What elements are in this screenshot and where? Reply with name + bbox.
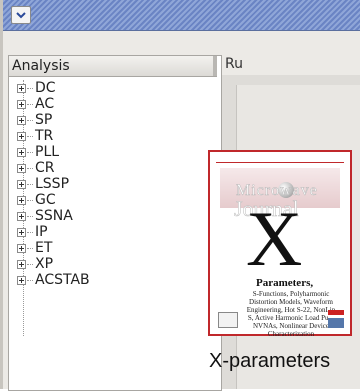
tree-item-label: CR	[35, 160, 55, 176]
expand-plus-icon[interactable]	[17, 275, 26, 285]
expand-plus-icon[interactable]	[17, 131, 26, 141]
tree-item-label: DC	[35, 80, 56, 96]
tree-item-xp[interactable]: XP	[17, 256, 90, 272]
expand-plus-icon[interactable]	[17, 147, 26, 157]
analysis-tree-panel: Analysis DC AC SP TR PLL CR LSSP GC SSNA…	[8, 55, 222, 391]
magazine-cover: Microwave Journal X Parameters, S-Functi…	[208, 150, 352, 338]
cover-letter: X	[246, 195, 303, 282]
badge-bottom	[328, 318, 344, 328]
tree-item-label: TR	[35, 128, 54, 144]
tree-item-ssna[interactable]: SSNA	[17, 208, 90, 224]
award-badge	[328, 310, 344, 330]
tree-item-tr[interactable]: TR	[17, 128, 90, 144]
expand-plus-icon[interactable]	[17, 99, 26, 109]
expand-plus-icon[interactable]	[17, 115, 26, 125]
tree-item-ip[interactable]: IP	[17, 224, 90, 240]
tree-item-label: PLL	[35, 144, 60, 160]
badge-top	[328, 310, 344, 315]
tree-item-label: IP	[35, 224, 48, 240]
tree-item-et[interactable]: ET	[17, 240, 90, 256]
expand-plus-icon[interactable]	[17, 211, 26, 221]
tree-item-lssp[interactable]: LSSP	[17, 176, 90, 192]
tree-item-label: AC	[35, 96, 55, 112]
expand-plus-icon[interactable]	[17, 243, 26, 253]
tree-item-label: XP	[35, 256, 54, 272]
tree-item-label: SSNA	[35, 208, 73, 224]
tree-item-cr[interactable]: CR	[17, 160, 90, 176]
tree-item-sp[interactable]: SP	[17, 112, 90, 128]
tree-item-gc[interactable]: GC	[17, 192, 90, 208]
expand-plus-icon[interactable]	[17, 179, 26, 189]
right-panel-label: Ru	[225, 56, 243, 72]
window-left-border	[0, 0, 3, 389]
sponsor-logo	[218, 312, 238, 328]
expand-plus-icon[interactable]	[17, 83, 26, 93]
expand-plus-icon[interactable]	[17, 163, 26, 173]
tree-item-label: ACSTAB	[35, 272, 90, 288]
column-resize-handle[interactable]	[213, 56, 217, 76]
tree-item-label: LSSP	[35, 176, 70, 192]
tree-item-acstab[interactable]: ACSTAB	[17, 272, 90, 288]
tree-item-label: SP	[35, 112, 53, 128]
cover-heading: Parameters,	[256, 277, 314, 289]
analysis-tree: DC AC SP TR PLL CR LSSP GC SSNA IP ET XP…	[17, 80, 90, 288]
tree-item-label: ET	[35, 240, 53, 256]
chevron-down-icon	[16, 12, 26, 19]
tree-item-ac[interactable]: AC	[17, 96, 90, 112]
expand-plus-icon[interactable]	[17, 195, 26, 205]
cover-rule	[216, 162, 344, 163]
cover-description: S-Functions, Polyharmonic Distortion Mod…	[246, 290, 336, 338]
expand-plus-icon[interactable]	[17, 227, 26, 237]
analysis-column-header[interactable]: Analysis	[9, 56, 217, 77]
tree-item-pll[interactable]: PLL	[17, 144, 90, 160]
tree-item-dc[interactable]: DC	[17, 80, 90, 96]
window-menu-button[interactable]	[11, 6, 31, 24]
expand-plus-icon[interactable]	[17, 259, 26, 269]
title-bar	[3, 0, 360, 31]
analysis-header-label: Analysis	[12, 58, 70, 74]
tree-item-label: GC	[35, 192, 56, 208]
image-caption: X-parameters	[209, 350, 331, 372]
